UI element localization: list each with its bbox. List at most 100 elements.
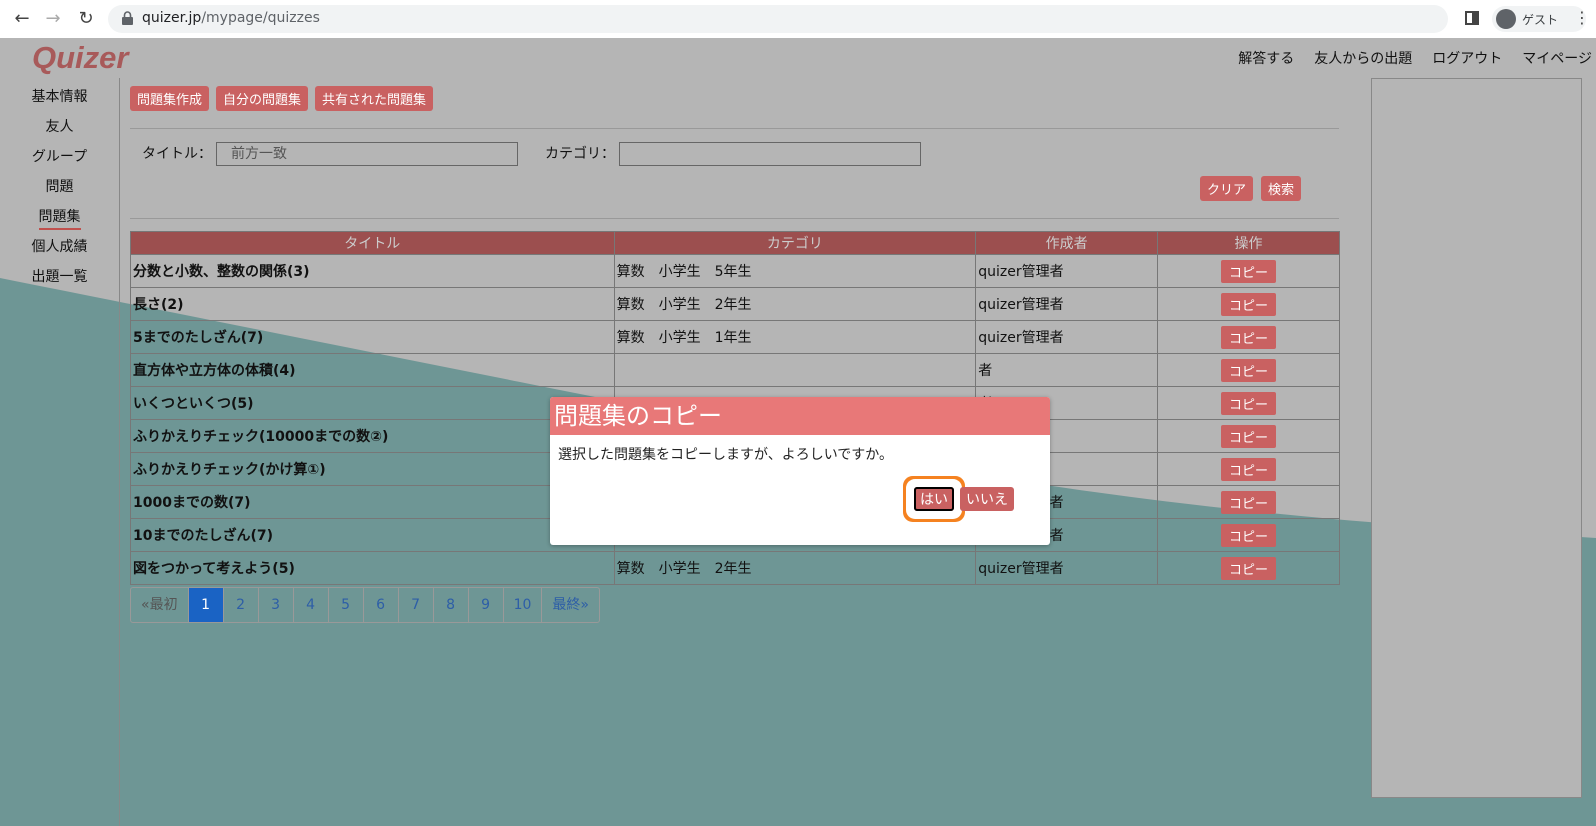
copy-button[interactable]: コピー <box>1221 325 1277 349</box>
row-author: quizer管理者 <box>975 320 1159 354</box>
category-search-input[interactable] <box>619 142 921 166</box>
browser-toolbar: ← → ↻ quizer.jp/mypage/quizzes ゲスト ⋮ <box>0 0 1596 39</box>
nav-answer[interactable]: 解答する <box>1238 48 1294 68</box>
page: Quizer 解答する 友人からの出題 ログアウト マイページ 基本情報 友人 … <box>0 38 1596 826</box>
clear-button[interactable]: クリア <box>1200 176 1254 201</box>
divider <box>130 128 1339 129</box>
copy-button[interactable]: コピー <box>1221 259 1277 283</box>
sidebar-item-assignments[interactable]: 出題一覧 <box>0 266 119 296</box>
copy-button[interactable]: コピー <box>1221 490 1277 514</box>
copy-button[interactable]: コピー <box>1221 424 1277 448</box>
search-actions: クリア 検索 <box>1200 176 1302 201</box>
sidebar-item-label: 問題 <box>45 179 74 195</box>
page-4[interactable]: 4 <box>294 588 329 622</box>
row-operation: コピー <box>1157 254 1340 288</box>
more-menu-icon[interactable]: ⋮ <box>1574 8 1590 28</box>
url-text: quizer.jp/mypage/quizzes <box>142 10 320 26</box>
row-title: ふりかえりチェック(10000までの数②) <box>130 419 615 453</box>
shared-quizzes-button[interactable]: 共有された問題集 <box>315 86 434 111</box>
title-search-input[interactable]: 前方一致 <box>216 142 518 166</box>
reload-icon[interactable]: ↻ <box>74 7 98 31</box>
search-button[interactable]: 検索 <box>1261 176 1302 201</box>
top-nav: 解答する 友人からの出題 ログアウト マイページ <box>1238 48 1592 68</box>
row-operation: コピー <box>1157 452 1340 486</box>
table-row: 図をつかって考えよう(5) 算数 小学生 2年生 quizer管理者 コピー <box>130 551 1340 585</box>
sidebar-item-basic-info[interactable]: 基本情報 <box>0 86 119 116</box>
row-operation: コピー <box>1157 551 1340 585</box>
quiz-tabs: 問題集作成 自分の問題集 共有された問題集 <box>130 86 434 111</box>
row-operation: コピー <box>1157 419 1340 453</box>
create-quiz-button[interactable]: 問題集作成 <box>130 86 210 111</box>
row-operation: コピー <box>1157 485 1340 519</box>
page-10[interactable]: 10 <box>504 588 543 622</box>
page-9[interactable]: 9 <box>469 588 504 622</box>
copy-button[interactable]: コピー <box>1221 391 1277 415</box>
sidebar-item-groups[interactable]: グループ <box>0 146 119 176</box>
page-3[interactable]: 3 <box>259 588 294 622</box>
sidebar-item-scores[interactable]: 個人成績 <box>0 236 119 266</box>
row-title: 長さ(2) <box>130 287 615 321</box>
page-8[interactable]: 8 <box>434 588 469 622</box>
nav-friend-quizzes[interactable]: 友人からの出題 <box>1314 48 1412 68</box>
nav-mypage[interactable]: マイページ <box>1522 48 1592 68</box>
row-category: 算数 小学生 2年生 <box>613 287 977 321</box>
page-5[interactable]: 5 <box>329 588 364 622</box>
divider <box>119 78 120 826</box>
col-author[interactable]: 作成者 <box>975 231 1159 255</box>
row-category <box>613 353 977 387</box>
lock-icon <box>122 11 133 25</box>
confirm-no-button[interactable]: いいえ <box>960 487 1014 511</box>
copy-button[interactable]: コピー <box>1221 358 1277 382</box>
url-host: quizer.jp <box>142 10 202 26</box>
profile-label: ゲスト <box>1522 13 1559 27</box>
logo[interactable]: Quizer <box>32 40 128 76</box>
row-operation: コピー <box>1157 287 1340 321</box>
nav-logout[interactable]: ログアウト <box>1432 48 1502 68</box>
copy-button[interactable]: コピー <box>1221 292 1277 316</box>
page-first[interactable]: «最初 <box>131 588 189 622</box>
col-title[interactable]: タイトル <box>130 231 615 255</box>
row-author: 者 <box>975 353 1159 387</box>
table-row: 長さ(2) 算数 小学生 2年生 quizer管理者 コピー <box>130 287 1340 321</box>
avatar-icon <box>1496 9 1516 29</box>
row-title: いくつといくつ(5) <box>130 386 615 420</box>
address-bar[interactable]: quizer.jp/mypage/quizzes <box>108 5 1448 33</box>
sidebar-item-label: 友人 <box>45 119 74 135</box>
copy-button[interactable]: コピー <box>1221 523 1277 547</box>
row-operation: コピー <box>1157 353 1340 387</box>
url-path: /mypage/quizzes <box>201 10 320 26</box>
page-7[interactable]: 7 <box>399 588 434 622</box>
page-last[interactable]: 最終» <box>542 588 599 622</box>
row-category: 算数 小学生 1年生 <box>613 320 977 354</box>
profile-button[interactable]: ゲスト <box>1492 6 1586 32</box>
back-icon[interactable]: ← <box>10 7 34 31</box>
table-row: 直方体や立方体の体積(4) 者 コピー <box>130 353 1340 387</box>
row-title: 図をつかって考えよう(5) <box>130 551 615 585</box>
page-6[interactable]: 6 <box>364 588 399 622</box>
row-category: 算数 小学生 2年生 <box>613 551 977 585</box>
row-author: quizer管理者 <box>975 287 1159 321</box>
table-header-row: タイトル カテゴリ 作成者 操作 <box>130 231 1340 255</box>
dialog-actions: はい いいえ <box>914 487 1014 511</box>
row-title: 1000までの数(7) <box>130 485 615 519</box>
sidebar-item-questions[interactable]: 問題 <box>0 176 119 206</box>
side-panel-icon[interactable] <box>1465 11 1479 25</box>
copy-button[interactable]: コピー <box>1221 457 1277 481</box>
sidebar-item-friends[interactable]: 友人 <box>0 116 119 146</box>
table-row: 5までのたしざん(7) 算数 小学生 1年生 quizer管理者 コピー <box>130 320 1340 354</box>
dialog-message: 選択した問題集をコピーしますが、よろしいですか。 <box>558 447 894 463</box>
row-operation: コピー <box>1157 386 1340 420</box>
col-operation: 操作 <box>1157 231 1340 255</box>
sidebar-item-quizzes[interactable]: 問題集 <box>0 206 119 236</box>
page-2[interactable]: 2 <box>224 588 259 622</box>
confirm-yes-button[interactable]: はい <box>914 487 954 511</box>
sidebar-item-label: 基本情報 <box>31 89 88 105</box>
my-quizzes-button[interactable]: 自分の問題集 <box>216 86 309 111</box>
forward-icon[interactable]: → <box>41 7 65 31</box>
sidebar-item-label: 出題一覧 <box>31 269 88 285</box>
sidebar-item-label: グループ <box>31 149 88 165</box>
right-panel <box>1371 78 1582 798</box>
page-1[interactable]: 1 <box>188 588 224 622</box>
copy-button[interactable]: コピー <box>1221 556 1277 580</box>
col-category[interactable]: カテゴリ <box>613 231 977 255</box>
